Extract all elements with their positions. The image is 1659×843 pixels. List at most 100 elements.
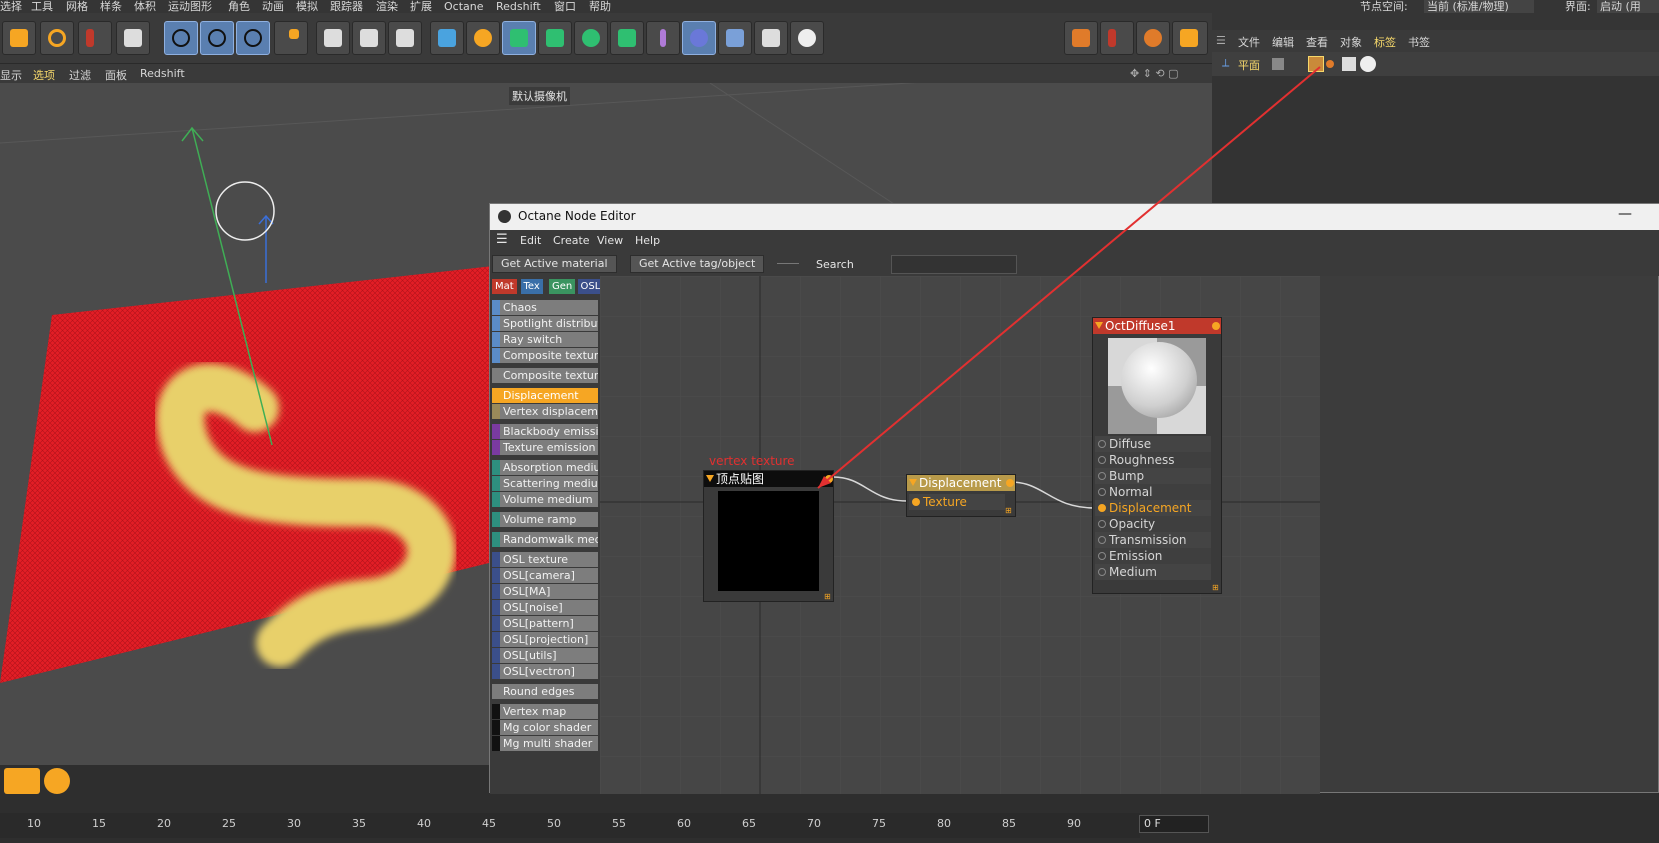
floor-button[interactable] — [718, 21, 752, 55]
menu-item-animation[interactable]: 动画 — [262, 0, 284, 13]
vertex-map-output-port[interactable] — [825, 475, 833, 483]
ne-menu-view[interactable]: View — [597, 234, 623, 247]
psr-button[interactable] — [78, 21, 112, 55]
ui-layout-dropdown[interactable]: 启动 (用 — [1597, 0, 1659, 13]
om-menu-file[interactable]: 文件 — [1238, 34, 1260, 50]
cube-button[interactable] — [430, 21, 464, 55]
node-list-item[interactable]: OSL[camera] — [492, 568, 598, 583]
render-view-button[interactable] — [352, 21, 386, 55]
x-axis-button[interactable] — [164, 21, 198, 55]
get-active-material-button[interactable]: Get Active material — [492, 255, 617, 273]
material-pin-port[interactable] — [1098, 472, 1106, 480]
workplane-button[interactable] — [1172, 21, 1208, 55]
menu-item-render[interactable]: 渲染 — [376, 0, 398, 13]
node-list-item[interactable]: Blackbody emissio — [492, 424, 598, 439]
extrude-button[interactable] — [538, 21, 572, 55]
material-pin-roughness[interactable]: Roughness — [1095, 452, 1211, 468]
node-list-item[interactable]: Mg color shader — [492, 720, 598, 735]
z-axis-button[interactable] — [236, 21, 270, 55]
view-menu-panel[interactable]: 面板 — [105, 67, 127, 83]
render-region-button[interactable] — [316, 21, 350, 55]
node-list-item[interactable]: Composite texture — [492, 368, 598, 383]
rotate-button[interactable] — [40, 21, 74, 55]
vertex-map-node[interactable]: 顶点贴图 ⊞ — [703, 470, 834, 602]
material-pin-opacity[interactable]: Opacity — [1095, 516, 1211, 532]
node-list-item[interactable]: Ray switch — [492, 332, 598, 347]
category-tab-gen[interactable]: Gen — [549, 279, 576, 294]
node-list-item[interactable]: OSL[projection] — [492, 632, 598, 647]
render-settings-button[interactable] — [388, 21, 422, 55]
menu-item-simulate[interactable]: 模拟 — [296, 0, 318, 13]
node-canvas[interactable]: 顶点贴图 ⊞ Displacement Texture ⊞ OctDiffuse… — [600, 276, 1320, 794]
hamburger-icon[interactable]: ☰ — [496, 232, 508, 247]
material-pin-port[interactable] — [1098, 504, 1106, 512]
hamburger-icon[interactable]: ☰ — [1216, 34, 1226, 47]
oct-diffuse-node-header[interactable]: OctDiffuse1 — [1093, 318, 1221, 334]
collapse-icon[interactable] — [1095, 322, 1103, 329]
camera-button[interactable] — [754, 21, 788, 55]
menu-item-spline[interactable]: 样条 — [100, 0, 122, 13]
y-axis-button[interactable] — [200, 21, 234, 55]
resize-icon[interactable]: ⊞ — [1212, 583, 1219, 592]
view-menu-display[interactable]: 显示 — [0, 67, 22, 83]
bend-button[interactable] — [646, 21, 680, 55]
node-list-item[interactable]: Round edges — [492, 684, 598, 699]
om-menu-bookmarks[interactable]: 书签 — [1408, 34, 1430, 50]
view-menu-redshift[interactable]: Redshift — [140, 67, 185, 80]
node-list-item[interactable]: Composite texture — [492, 348, 598, 363]
menu-item-tracker[interactable]: 跟踪器 — [330, 0, 363, 13]
node-list-item[interactable]: Texture emission — [492, 440, 598, 455]
node-list-item[interactable]: OSL[vectron] — [492, 664, 598, 679]
node-list-item[interactable]: Volume medium — [492, 492, 598, 507]
resize-icon[interactable]: ⊞ — [1005, 506, 1012, 515]
menu-item-mograph[interactable]: 运动图形 — [168, 0, 212, 13]
material-pin-port[interactable] — [1098, 552, 1106, 560]
current-frame-field[interactable]: 0 F — [1139, 815, 1209, 833]
psr-lock-button[interactable] — [1100, 21, 1134, 55]
texture-input-port[interactable] — [912, 498, 920, 506]
deformer-button[interactable] — [682, 21, 716, 55]
material-pin-displacement[interactable]: Displacement — [1095, 500, 1211, 516]
menu-item-mesh[interactable]: 网格 — [66, 0, 88, 13]
displacement-node[interactable]: Displacement Texture ⊞ — [906, 474, 1016, 517]
menu-item-volume[interactable]: 体积 — [134, 0, 156, 13]
material-pin-medium[interactable]: Medium — [1095, 564, 1211, 580]
material-pin-bump[interactable]: Bump — [1095, 468, 1211, 484]
material-pin-port[interactable] — [1098, 456, 1106, 464]
material-pin-transmission[interactable]: Transmission — [1095, 532, 1211, 548]
menu-item-extensions[interactable]: 扩展 — [410, 0, 432, 13]
material-pin-emission[interactable]: Emission — [1095, 548, 1211, 564]
node-list-item[interactable]: OSL texture — [492, 552, 598, 567]
array-button[interactable] — [610, 21, 644, 55]
object-button[interactable] — [116, 21, 150, 55]
material-pin-port[interactable] — [1098, 488, 1106, 496]
material-pin-port[interactable] — [1098, 440, 1106, 448]
node-list-item[interactable]: Chaos — [492, 300, 598, 315]
checker-tag-icon[interactable] — [1342, 57, 1356, 71]
node-list-item[interactable]: OSL[noise] — [492, 600, 598, 615]
material-pin-normal[interactable]: Normal — [1095, 484, 1211, 500]
material-tag-icon[interactable] — [1360, 56, 1376, 72]
vertex-map-tag-icon[interactable] — [1308, 56, 1324, 72]
light-button[interactable] — [790, 21, 824, 55]
material-pin-diffuse[interactable]: Diffuse — [1095, 436, 1211, 452]
om-menu-tags[interactable]: 标签 — [1374, 34, 1396, 50]
view-menu-filter[interactable]: 过滤 — [69, 67, 91, 83]
om-menu-edit[interactable]: 编辑 — [1272, 34, 1294, 50]
menu-item-character[interactable]: 角色 — [228, 0, 250, 13]
visibility-icon[interactable] — [1272, 58, 1284, 70]
node-list-item[interactable]: OSL[MA] — [492, 584, 598, 599]
pen-button[interactable] — [466, 21, 500, 55]
menu-item-window[interactable]: 窗口 — [554, 0, 576, 13]
material-pin-port[interactable] — [1098, 568, 1106, 576]
menu-item-redshift[interactable]: Redshift — [496, 0, 541, 13]
node-list-item[interactable]: Randomwalk medi — [492, 532, 598, 547]
keyframe-button[interactable] — [4, 768, 40, 794]
ne-menu-edit[interactable]: Edit — [520, 234, 541, 247]
node-list-item[interactable]: Vertex displacemer — [492, 404, 598, 419]
node-list-item[interactable]: OSL[utils] — [492, 648, 598, 663]
oct-diffuse-node[interactable]: OctDiffuse1 Diffuse Roughness Bump Normal Di… — [1092, 317, 1222, 594]
view-menu-options[interactable]: 选项 — [33, 67, 55, 83]
displacement-output-port[interactable] — [1006, 479, 1014, 487]
node-list-item[interactable]: Vertex map — [492, 704, 598, 719]
